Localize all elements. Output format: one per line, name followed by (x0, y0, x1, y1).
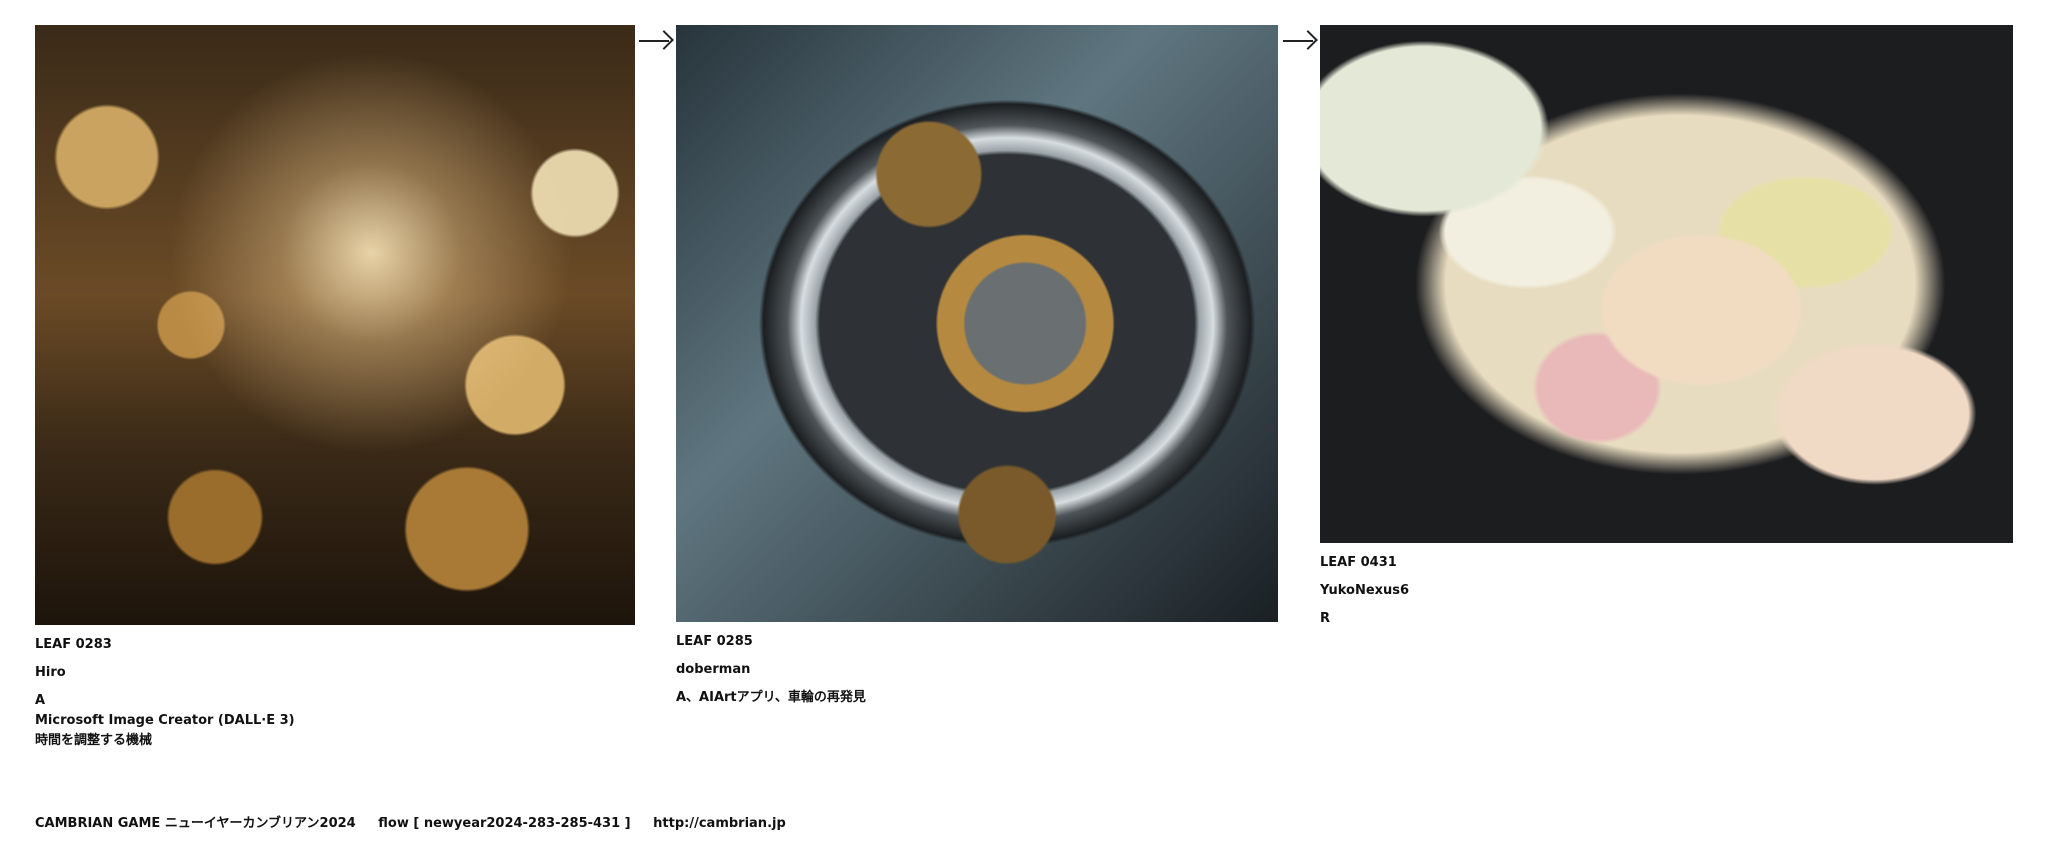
leaf-id: LEAF 0431 (1320, 555, 1397, 570)
footer: CAMBRIAN GAME ニューイヤーカンブリアン2024 flow [ ne… (35, 812, 786, 831)
leaf-author: Hiro (35, 665, 66, 680)
footer-url-link[interactable]: http://cambrian.jp (653, 816, 786, 831)
leaf-image-clockwork-room[interactable] (35, 25, 635, 625)
leaf-meta: LEAF 0431 YukoNexus6 R (1320, 553, 2013, 629)
arrow-right-icon (639, 28, 674, 54)
leaf-tool: Microsoft Image Creator (DALL·E 3) (35, 713, 295, 728)
leaf-type: R (1320, 611, 1331, 626)
leaf-card-0285: LEAF 0285 doberman A、AIArtアプリ、車輪の再発見 (676, 25, 1278, 708)
leaf-id: LEAF 0283 (35, 637, 112, 652)
leaf-card-0283: LEAF 0283 Hiro A Microsoft Image Creator… (35, 25, 635, 751)
arrow-right-icon (1283, 28, 1318, 54)
leaf-card-0431: LEAF 0431 YukoNexus6 R (1320, 25, 2013, 629)
leaf-author: doberman (676, 662, 751, 677)
leaf-author: YukoNexus6 (1320, 583, 1410, 598)
leaf-id: LEAF 0285 (676, 634, 753, 649)
leaf-image-mechanism[interactable] (676, 25, 1278, 622)
footer-game-name: CAMBRIAN GAME ニューイヤーカンブリアン2024 (35, 816, 356, 831)
footer-flow-label: flow [ newyear2024-283-285-431 ] (378, 816, 631, 831)
leaf-meta: LEAF 0283 Hiro A Microsoft Image Creator… (35, 635, 635, 751)
leaf-image-cabbage-pork[interactable] (1320, 25, 2013, 543)
leaf-caption: 時間を調整する機械 (35, 733, 153, 748)
leaf-type: A (35, 693, 46, 708)
leaf-meta: LEAF 0285 doberman A、AIArtアプリ、車輪の再発見 (676, 632, 1278, 708)
leaf-type: A、AIArtアプリ、車輪の再発見 (676, 690, 866, 705)
